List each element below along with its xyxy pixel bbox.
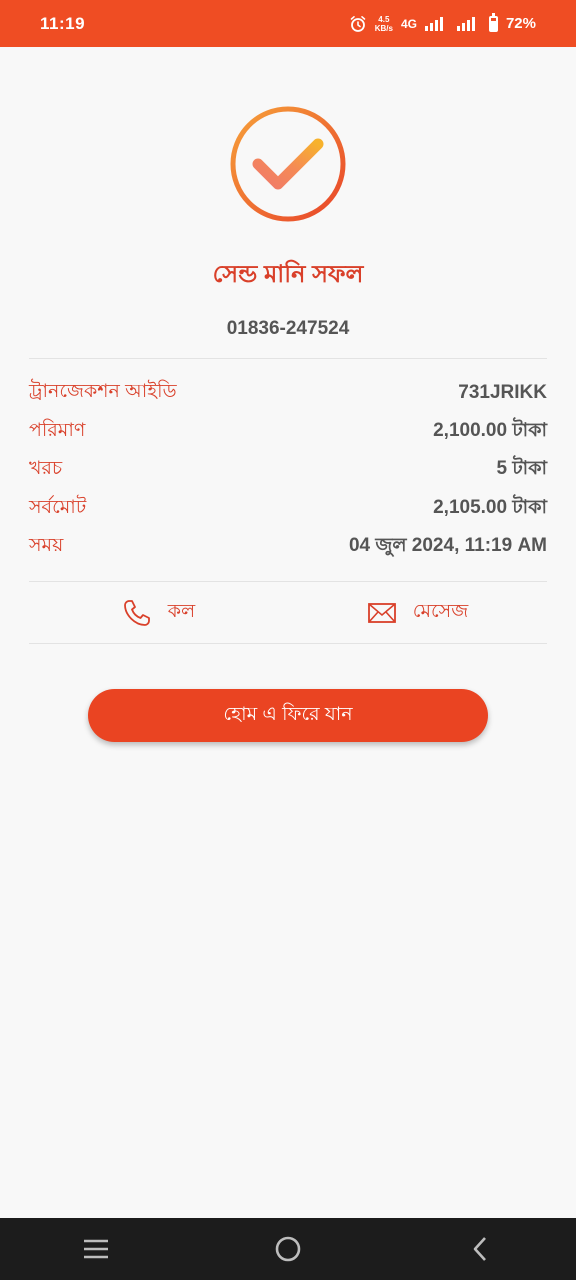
detail-row-total: সর্বমোট 2,105.00 টাকা bbox=[29, 490, 547, 529]
detail-label: পরিমাণ bbox=[29, 419, 86, 441]
detail-value: 731JRIKK bbox=[458, 382, 547, 404]
network-type: 4G bbox=[400, 16, 417, 31]
home-nav-button[interactable] bbox=[258, 1218, 318, 1280]
circle-home-icon bbox=[275, 1236, 301, 1262]
battery-icon bbox=[488, 12, 498, 32]
detail-label: সর্বমোট bbox=[29, 496, 87, 518]
transaction-details: ট্রানজেকশন আইডি 731JRIKK পরিমাণ 2,100.00… bbox=[29, 374, 547, 567]
detail-row-amount: পরিমাণ 2,100.00 টাকা bbox=[29, 413, 547, 452]
network-speed-unit: KB/s bbox=[374, 23, 393, 33]
detail-label: ট্রানজেকশন আইডি bbox=[29, 381, 177, 403]
divider bbox=[29, 643, 547, 644]
envelope-icon bbox=[367, 603, 396, 623]
action-bar: কল মেসেজ bbox=[29, 582, 547, 644]
back-nav-button[interactable] bbox=[450, 1218, 510, 1280]
divider bbox=[29, 358, 547, 359]
system-nav-bar bbox=[0, 1218, 576, 1280]
message-label: মেসেজ bbox=[412, 601, 469, 622]
detail-label: সময় bbox=[29, 535, 64, 557]
detail-value: 2,100.00 টাকা bbox=[433, 419, 547, 441]
detail-row-time: সময় 04 জুল 2024, 11:19 AM bbox=[29, 528, 547, 567]
status-icons: 4.5 KB/s 4G 72% bbox=[349, 12, 536, 33]
detail-label: খরচ bbox=[29, 458, 63, 480]
message-button[interactable]: মেসেজ bbox=[288, 582, 547, 644]
detail-row-transaction-id: ট্রানজেকশন আইডি 731JRIKK bbox=[29, 374, 547, 413]
network-speed-value: 4.5 bbox=[378, 14, 390, 24]
call-button[interactable]: কল bbox=[29, 582, 288, 644]
recipient-number: 01836-247524 bbox=[226, 318, 350, 339]
recent-apps-button[interactable] bbox=[66, 1218, 126, 1280]
back-chevron-icon bbox=[473, 1237, 486, 1261]
alarm-icon bbox=[350, 15, 366, 32]
menu-icon bbox=[84, 1239, 108, 1259]
detail-row-fee: খরচ 5 টাকা bbox=[29, 451, 547, 490]
call-label: কল bbox=[167, 601, 196, 622]
status-time: 11:19 bbox=[40, 13, 86, 33]
status-bar: 11:19 4.5 KB/s 4G 72% bbox=[0, 0, 576, 47]
signal-icon-2 bbox=[456, 16, 475, 31]
network-speed: 4.5 KB/s bbox=[375, 15, 393, 33]
detail-value: 2,105.00 টাকা bbox=[433, 496, 547, 518]
page-title: সেন্ড মানি সফল bbox=[212, 261, 364, 288]
detail-value: 5 টাকা bbox=[496, 458, 547, 480]
go-home-button[interactable]: হোম এ ফিরে যান bbox=[88, 689, 488, 742]
success-check-icon bbox=[230, 106, 346, 222]
phone-icon bbox=[123, 600, 150, 626]
signal-icon bbox=[424, 16, 443, 31]
detail-value: 04 জুল 2024, 11:19 AM bbox=[348, 535, 547, 557]
battery-percent: 72% bbox=[505, 15, 536, 32]
